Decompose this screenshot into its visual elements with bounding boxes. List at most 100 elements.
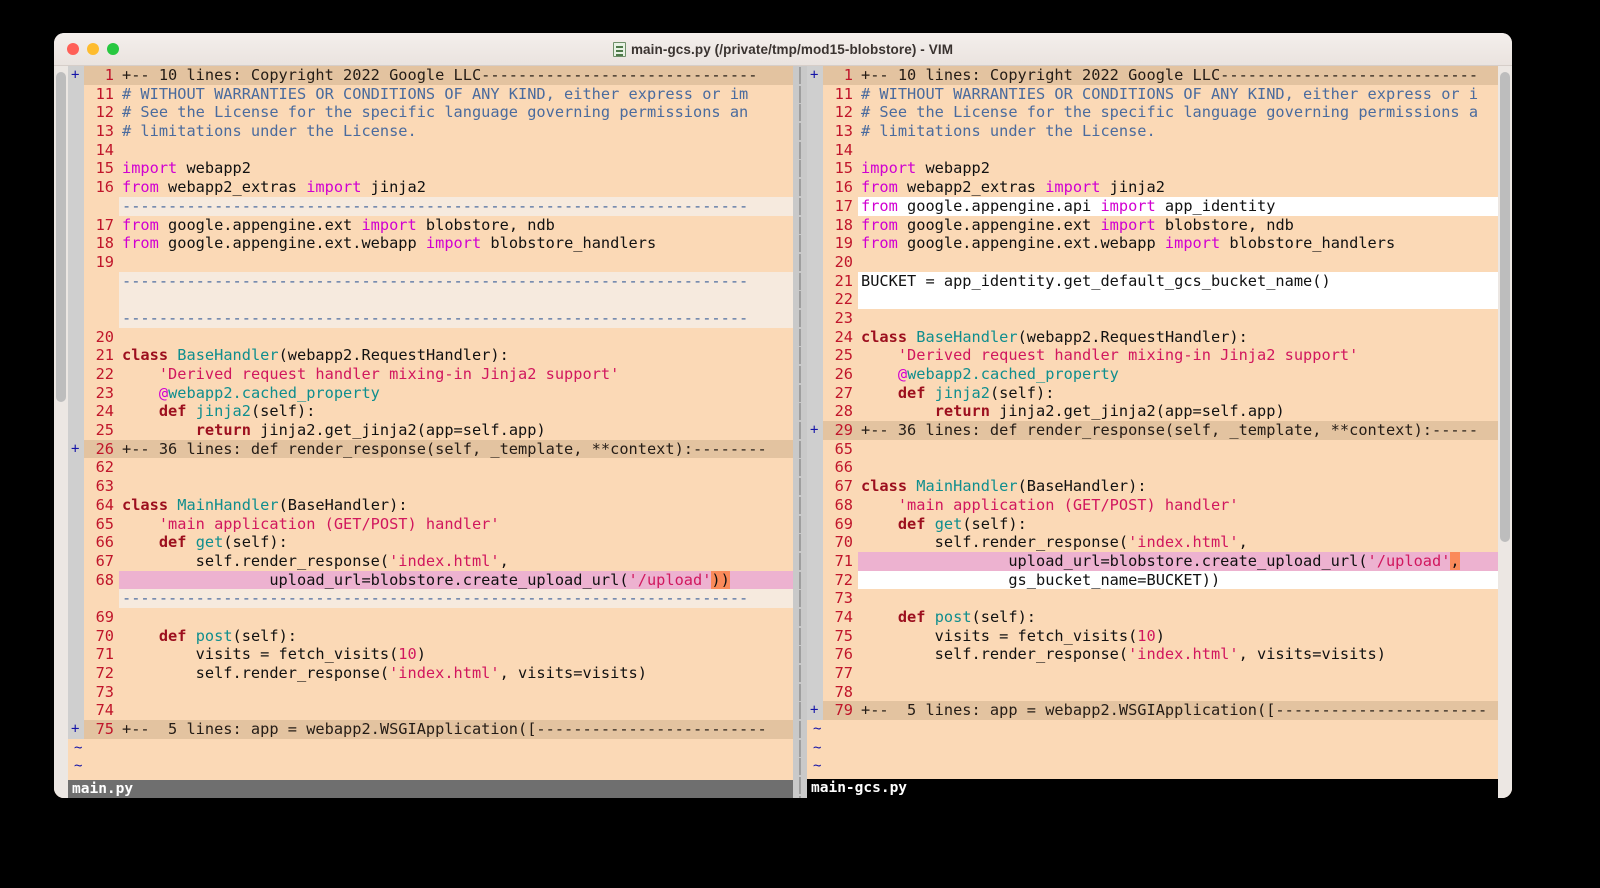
code-line[interactable]: 28 return jinja2.get_jinja2(app=self.app… <box>807 402 1498 421</box>
code-line[interactable]: 23 <box>807 309 1498 328</box>
code-line[interactable]: 23 @webapp2.cached_property <box>68 384 793 403</box>
code-line[interactable]: 71 upload_url=blobstore.create_upload_ur… <box>807 552 1498 571</box>
code-line[interactable]: +1+-- 10 lines: Copyright 2022 Google LL… <box>807 66 1498 85</box>
code-line[interactable]: 27 def jinja2(self): <box>807 384 1498 403</box>
code-line[interactable]: 14 <box>807 141 1498 160</box>
code-line[interactable]: 66 def get(self): <box>68 533 793 552</box>
code-line[interactable]: 15import webapp2 <box>68 159 793 178</box>
code-text: BUCKET = app_identity.get_default_gcs_bu… <box>858 272 1498 291</box>
code-line[interactable]: 74 def post(self): <box>807 608 1498 627</box>
code-line[interactable]: 16from webapp2_extras import jinja2 <box>807 178 1498 197</box>
left-pane-lines[interactable]: +1+-- 10 lines: Copyright 2022 Google LL… <box>68 66 793 780</box>
code-line[interactable]: 16from webapp2_extras import jinja2 <box>68 178 793 197</box>
code-line[interactable]: 72 gs_bucket_name=BUCKET)) <box>807 571 1498 590</box>
code-line[interactable]: 13# limitations under the License. <box>68 122 793 141</box>
window-controls[interactable] <box>67 43 119 55</box>
code-line[interactable]: +26+-- 36 lines: def render_response(sel… <box>68 440 793 459</box>
code-line[interactable]: 78 <box>807 683 1498 702</box>
code-line[interactable]: 67 self.render_response('index.html', <box>68 552 793 571</box>
code-line[interactable]: +79+-- 5 lines: app = webapp2.WSGIApplic… <box>807 701 1498 720</box>
code-line[interactable]: ----------------------------------------… <box>68 272 793 291</box>
fold-marker-icon[interactable]: + <box>807 701 823 720</box>
fold-marker-icon[interactable]: + <box>68 66 84 85</box>
fold-marker-icon[interactable]: + <box>68 440 84 459</box>
code-line[interactable]: 73 <box>807 589 1498 608</box>
code-line[interactable]: ----------------------------------------… <box>68 197 793 216</box>
code-line[interactable]: 26 @webapp2.cached_property <box>807 365 1498 384</box>
code-line[interactable]: 19 <box>68 253 793 272</box>
code-line[interactable]: 67class MainHandler(BaseHandler): <box>807 477 1498 496</box>
code-line[interactable]: 66 <box>807 458 1498 477</box>
code-line[interactable]: 62 <box>68 458 793 477</box>
vertical-split-separator[interactable]: |||||||||||||||||||||||||||||||||||||||| <box>793 66 807 798</box>
fold-column <box>68 458 84 477</box>
code-line[interactable]: +1+-- 10 lines: Copyright 2022 Google LL… <box>68 66 793 85</box>
minimize-button[interactable] <box>87 43 99 55</box>
left-scrollbar[interactable] <box>54 66 68 798</box>
code-line[interactable]: 24class BaseHandler(webapp2.RequestHandl… <box>807 328 1498 347</box>
code-line[interactable]: 21BUCKET = app_identity.get_default_gcs_… <box>807 272 1498 291</box>
code-line[interactable]: 64class MainHandler(BaseHandler): <box>68 496 793 515</box>
code-line[interactable]: 22 <box>807 290 1498 309</box>
code-line[interactable]: 12# See the License for the specific lan… <box>68 103 793 122</box>
fold-marker-icon[interactable]: + <box>807 421 823 440</box>
window-titlebar[interactable]: main-gcs.py (/private/tmp/mod15-blobstor… <box>54 33 1512 66</box>
code-line[interactable]: 19from google.appengine.ext.webapp impor… <box>807 234 1498 253</box>
code-line[interactable]: 75 visits = fetch_visits(10) <box>807 627 1498 646</box>
code-line[interactable]: 77 <box>807 664 1498 683</box>
code-line[interactable]: 71 visits = fetch_visits(10) <box>68 645 793 664</box>
zoom-button[interactable] <box>107 43 119 55</box>
code-line[interactable] <box>68 290 793 309</box>
code-line[interactable]: 24 def jinja2(self): <box>68 402 793 421</box>
code-line[interactable]: ----------------------------------------… <box>68 309 793 328</box>
code-line[interactable]: 69 <box>68 608 793 627</box>
code-line[interactable]: 68 'main application (GET/POST) handler' <box>807 496 1498 515</box>
code-line[interactable]: +29+-- 36 lines: def render_response(sel… <box>807 421 1498 440</box>
statusline-left[interactable]: main.py <box>68 780 793 798</box>
code-line[interactable]: 11# WITHOUT WARRANTIES OR CONDITIONS OF … <box>807 85 1498 104</box>
code-line[interactable]: 68 upload_url=blobstore.create_upload_ur… <box>68 571 793 590</box>
split-bar-glyph: | <box>793 66 807 85</box>
statusline-right[interactable]: main-gcs.py <box>807 779 1498 798</box>
code-line[interactable]: 18from google.appengine.ext import blobs… <box>807 216 1498 235</box>
code-line[interactable]: +75+-- 5 lines: app = webapp2.WSGIApplic… <box>68 720 793 739</box>
split-bar-glyph: | <box>793 122 807 141</box>
code-line[interactable]: 18from google.appengine.ext.webapp impor… <box>68 234 793 253</box>
code-line[interactable]: 13# limitations under the License. <box>807 122 1498 141</box>
code-line[interactable]: 76 self.render_response('index.html', vi… <box>807 645 1498 664</box>
code-line[interactable]: 73 <box>68 683 793 702</box>
fold-marker-icon[interactable]: + <box>68 720 84 739</box>
right-pane-lines[interactable]: +1+-- 10 lines: Copyright 2022 Google LL… <box>807 66 1498 779</box>
code-line[interactable]: 20 <box>68 328 793 347</box>
code-line[interactable]: 65 'main application (GET/POST) handler' <box>68 515 793 534</box>
code-line[interactable]: 70 def post(self): <box>68 627 793 646</box>
code-line[interactable]: 25 return jinja2.get_jinja2(app=self.app… <box>68 421 793 440</box>
code-line[interactable]: 20 <box>807 253 1498 272</box>
fold-column <box>68 85 84 104</box>
code-line[interactable]: 72 self.render_response('index.html', vi… <box>68 664 793 683</box>
code-line[interactable]: 12# See the License for the specific lan… <box>807 103 1498 122</box>
code-line[interactable]: 21class BaseHandler(webapp2.RequestHandl… <box>68 346 793 365</box>
code-token: from <box>861 234 898 252</box>
diff-pane-left[interactable]: +1+-- 10 lines: Copyright 2022 Google LL… <box>68 66 793 798</box>
left-scrollbar-thumb[interactable] <box>56 72 66 402</box>
code-line[interactable]: 70 self.render_response('index.html', <box>807 533 1498 552</box>
code-line[interactable]: ----------------------------------------… <box>68 589 793 608</box>
code-line[interactable]: 14 <box>68 141 793 160</box>
line-number: 22 <box>84 365 119 384</box>
code-line[interactable]: 15import webapp2 <box>807 159 1498 178</box>
code-line[interactable]: 17from google.appengine.api import app_i… <box>807 197 1498 216</box>
code-line[interactable]: 65 <box>807 440 1498 459</box>
code-line[interactable]: 69 def get(self): <box>807 515 1498 534</box>
right-scrollbar-thumb[interactable] <box>1500 72 1510 542</box>
code-line[interactable]: 17from google.appengine.ext import blobs… <box>68 216 793 235</box>
code-line[interactable]: 25 'Derived request handler mixing-in Ji… <box>807 346 1498 365</box>
diff-pane-right[interactable]: +1+-- 10 lines: Copyright 2022 Google LL… <box>807 66 1498 798</box>
fold-marker-icon[interactable]: + <box>807 66 823 85</box>
code-line[interactable]: 74 <box>68 701 793 720</box>
code-line[interactable]: 22 'Derived request handler mixing-in Ji… <box>68 365 793 384</box>
code-line[interactable]: 63 <box>68 477 793 496</box>
right-scrollbar[interactable] <box>1498 66 1512 798</box>
code-line[interactable]: 11# WITHOUT WARRANTIES OR CONDITIONS OF … <box>68 85 793 104</box>
close-button[interactable] <box>67 43 79 55</box>
